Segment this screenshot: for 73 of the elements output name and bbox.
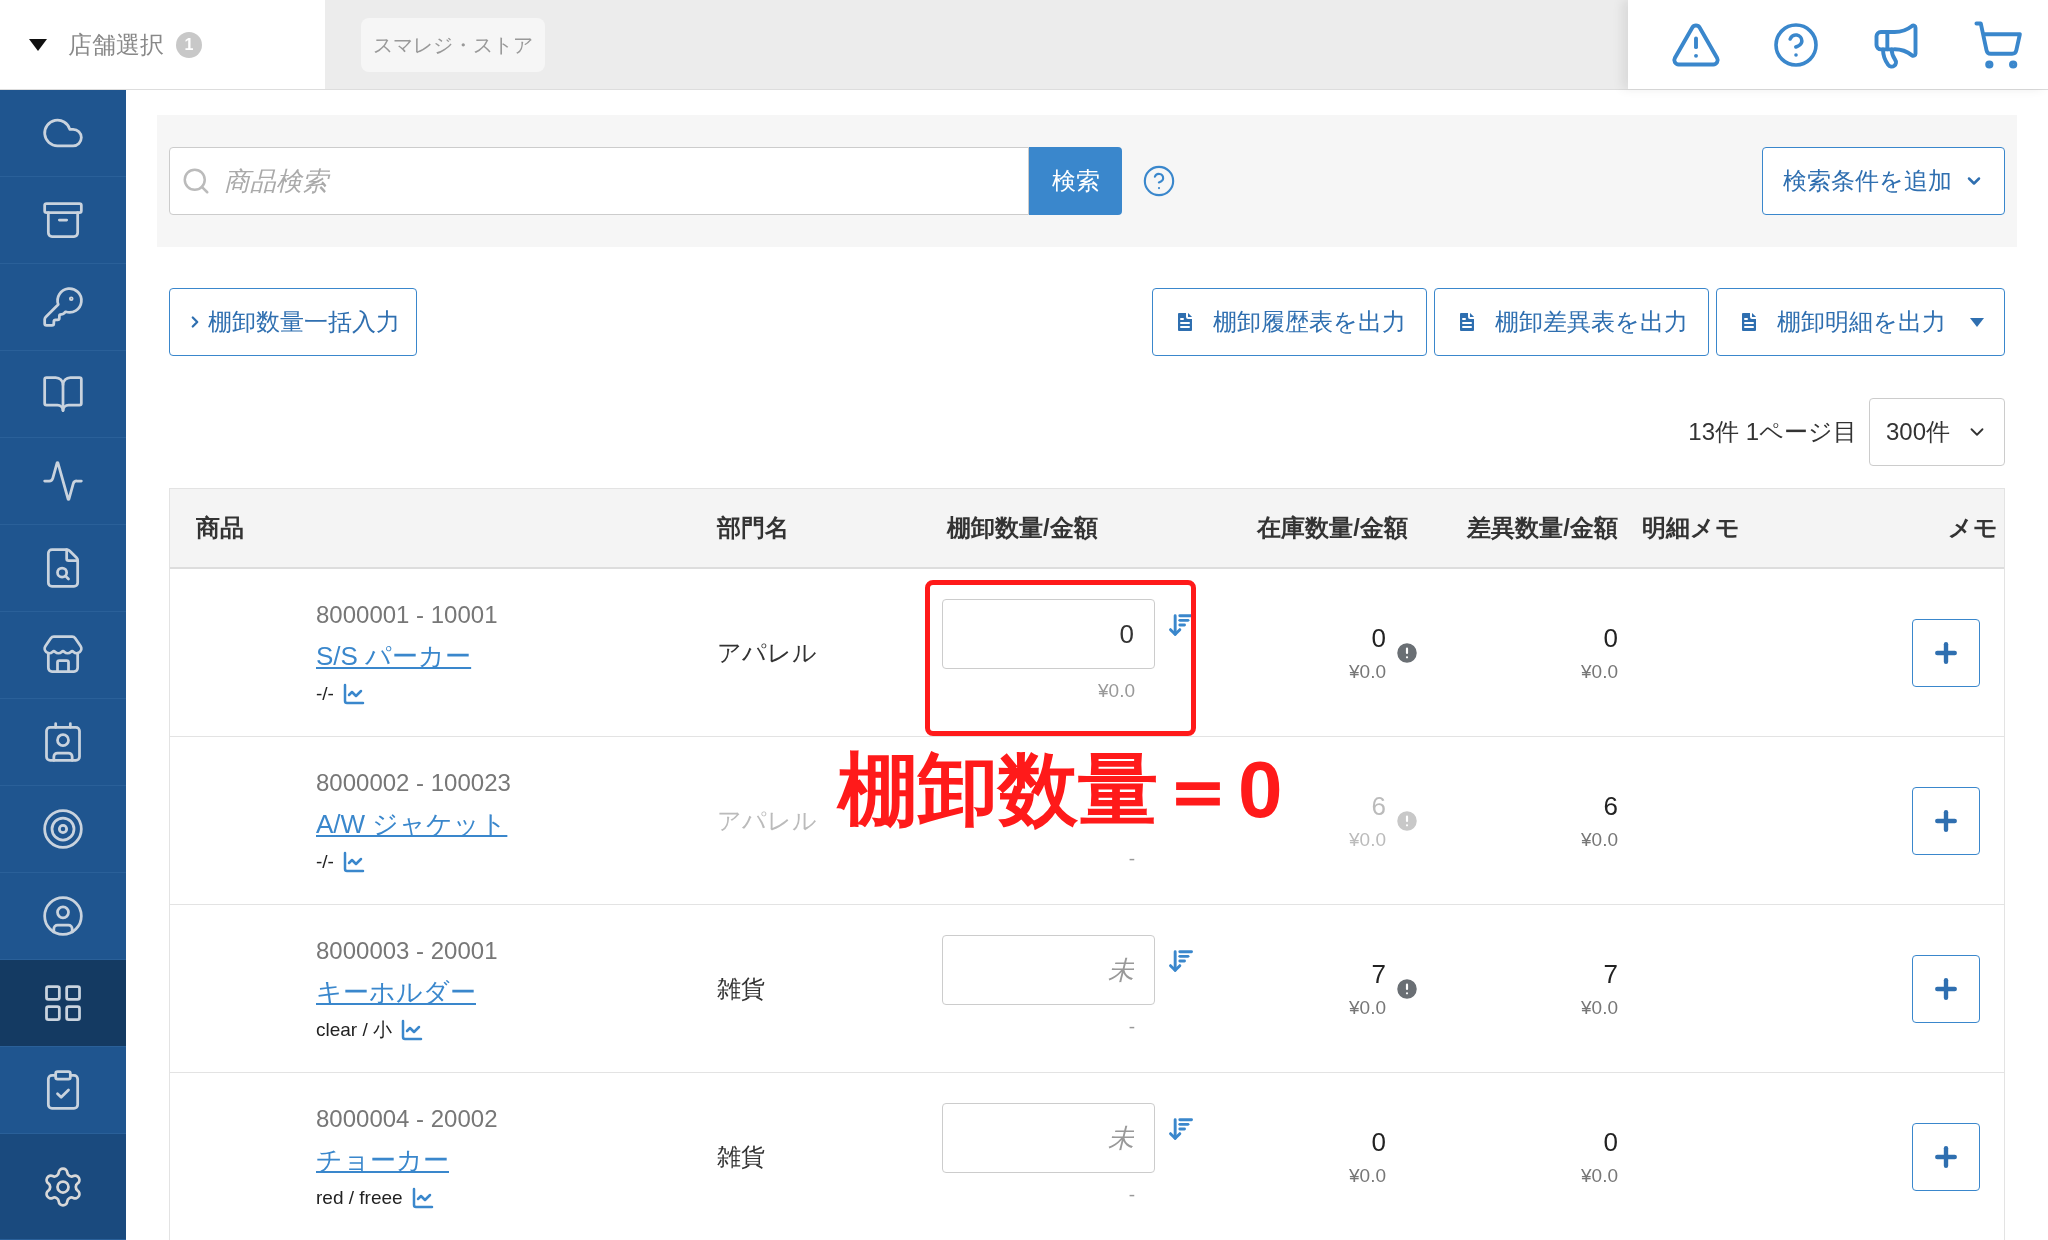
stock-quantity: 0 — [1371, 1125, 1386, 1159]
department-cell-text: アパレル — [717, 805, 818, 836]
cart-icon[interactable] — [1972, 18, 2024, 71]
search-icon — [181, 166, 211, 196]
export-button[interactable]: 棚卸履歴表を出力 — [1152, 288, 1427, 356]
count-amount: - — [1127, 847, 1136, 872]
target-icon — [41, 807, 85, 851]
variant-text: red / freee — [316, 1185, 403, 1210]
result-summary: 13件 1ページ目 — [1688, 417, 1857, 447]
export-button[interactable]: 棚卸明細を出力 — [1716, 288, 2005, 356]
add-memo-button[interactable] — [1912, 954, 1980, 1023]
search-field[interactable]: 商品検索 — [169, 147, 1029, 215]
add-memo-button[interactable] — [1912, 786, 1980, 855]
help-icon[interactable] — [1142, 164, 1176, 198]
column-header: 在庫数量/金額 — [1257, 513, 1409, 543]
count-amount: - — [1127, 1015, 1136, 1040]
chart-icon[interactable] — [341, 682, 366, 706]
chart-icon[interactable] — [410, 1186, 435, 1210]
diff-amount: ¥0.0 — [1581, 827, 1618, 852]
stock-amount: ¥0.0 — [1349, 827, 1386, 852]
sidebar-item[interactable] — [0, 960, 126, 1047]
diff-quantity: 6 — [1603, 789, 1618, 823]
diff-quantity: 0 — [1603, 621, 1618, 655]
export-button[interactable]: 棚卸差異表を出力 — [1434, 288, 1709, 356]
stock-amount: ¥0.0 — [1349, 995, 1386, 1020]
stock-quantity: 6 — [1371, 789, 1386, 823]
caret-icon[interactable] — [28, 37, 48, 52]
column-header: 差異数量/金額 — [1467, 513, 1619, 543]
diff-quantity: 7 — [1603, 957, 1618, 991]
user-icon — [41, 894, 85, 938]
product-link[interactable]: キーホルダー — [316, 972, 476, 1012]
variant-text: clear / 小 — [316, 1017, 393, 1042]
stock-amount: ¥0.0 — [1349, 659, 1386, 684]
product-code: 8000002 - 100023 — [316, 767, 512, 798]
column-header: 部門名 — [717, 513, 790, 543]
diff-amount: ¥0.0 — [1581, 1163, 1618, 1188]
add-memo-button[interactable] — [1912, 618, 1980, 687]
count-input[interactable]: 0 — [942, 599, 1155, 670]
department-cell-text: 雑貨 — [717, 1141, 766, 1172]
product-code: 8000004 - 20002 — [316, 1103, 499, 1134]
search-button[interactable]: 検索 — [1029, 147, 1122, 215]
help-icon[interactable] — [1772, 20, 1820, 69]
line-chart-icon — [41, 459, 85, 503]
diff-amount: ¥0.0 — [1581, 659, 1618, 684]
product-code: 8000003 - 20001 — [316, 935, 499, 966]
product-link[interactable]: S/S パーカー — [316, 636, 472, 676]
diff-amount: ¥0.0 — [1581, 995, 1618, 1020]
sidebar-item[interactable] — [0, 1134, 126, 1240]
diff-quantity: 0 — [1603, 1125, 1618, 1159]
column-header: メモ — [1948, 513, 1999, 543]
variant-text: -/- — [316, 681, 334, 706]
stock-amount: ¥0.0 — [1349, 1163, 1386, 1188]
key-icon — [41, 285, 85, 329]
store-selector[interactable]: 店舗選択 — [68, 26, 164, 63]
bulk-input-button[interactable]: 棚卸数量一括入力 — [169, 288, 417, 356]
per-page-select[interactable]: 300件 — [1869, 398, 2005, 466]
count-amount: - — [1127, 1183, 1136, 1208]
chart-icon[interactable] — [400, 1018, 425, 1042]
stock-quantity: 7 — [1371, 957, 1386, 991]
count-amount: ¥0.0 — [1097, 679, 1136, 704]
add-memo-button[interactable] — [1912, 1122, 1980, 1191]
stock-quantity: 0 — [1371, 621, 1386, 655]
product-code: 8000001 - 10001 — [316, 599, 499, 630]
chart-icon[interactable] — [341, 850, 366, 874]
product-link[interactable]: チョーカー — [316, 1140, 449, 1180]
variant-text: -/- — [316, 849, 334, 874]
department-cell-text: アパレル — [717, 637, 818, 668]
column-header: 商品 — [195, 513, 245, 543]
column-header: 明細メモ — [1642, 513, 1741, 543]
store-chip[interactable]: スマレジ・ストア — [361, 17, 545, 72]
add-condition-button[interactable]: 検索条件を追加 — [1762, 147, 2005, 215]
department-cell-text: 雑貨 — [717, 973, 766, 1004]
column-header: 棚卸数量/金額 — [945, 513, 1099, 543]
